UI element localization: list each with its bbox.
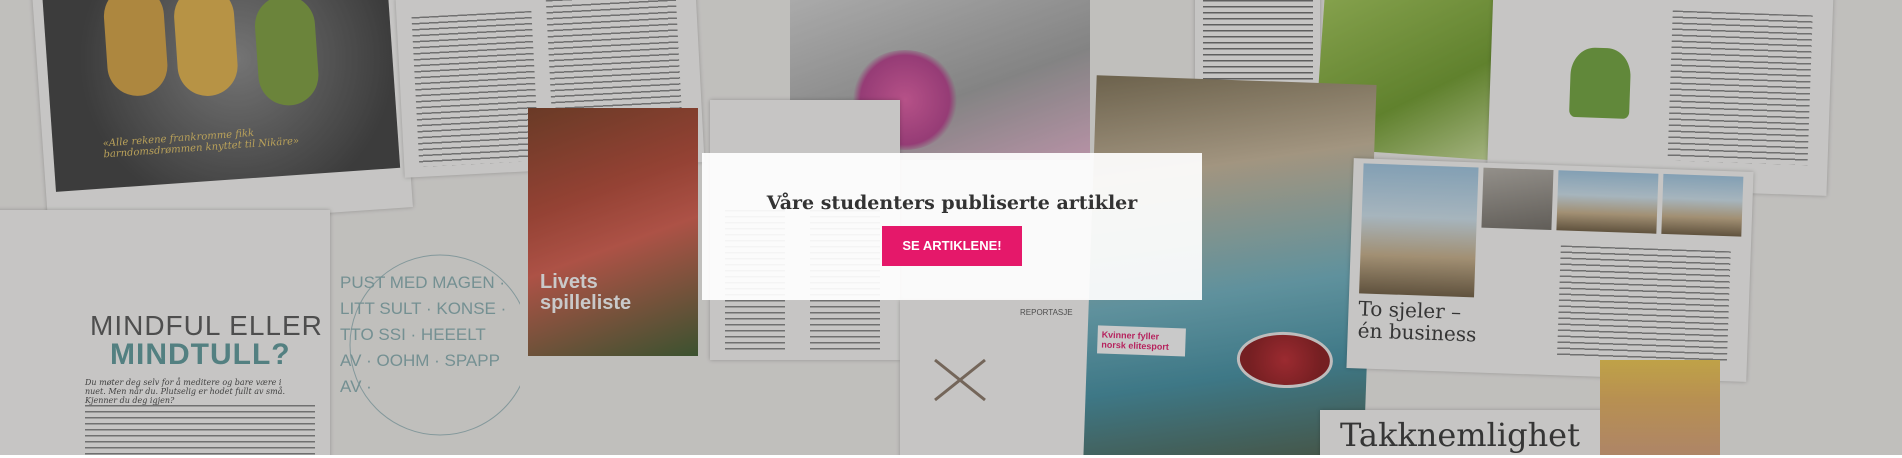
magazine-page-circle: PUST MED MAGEN · LITT SULT · KONSE · TTO… [330, 230, 520, 455]
hero-banner: «Alle rekene frankromme fikk barndomsdrø… [0, 0, 1902, 455]
bottom-heading: Takknemlighet [1340, 416, 1580, 454]
see-articles-button[interactable]: SE ARTIKLENE! [882, 225, 1022, 266]
sjeler-photo-1 [1359, 163, 1479, 298]
kvinner-badge: Kvinner fyller norsk elitesport [1097, 325, 1186, 357]
sjeler-title-line2: én business [1357, 318, 1477, 347]
pastry-item [252, 0, 321, 108]
sjeler-photo-2 [1481, 167, 1554, 231]
reportage-label: REPORTASJE [1020, 308, 1073, 317]
cta-panel: Våre studenters publiserte artikler SE A… [702, 153, 1202, 300]
mindful-heading-line2: MINDTULL? [110, 338, 291, 371]
green-plant-graphic [1569, 46, 1632, 119]
livets-title: Livets [540, 271, 598, 293]
sjeler-photo-4 [1661, 173, 1744, 237]
pastry-item [172, 0, 240, 98]
livets-title-line2: spilleliste [540, 292, 632, 314]
magazine-page-reportage: REPORTASJE [900, 300, 1095, 455]
circle-words: PUST MED MAGEN · LITT SULT · KONSE · TTO… [340, 273, 507, 396]
magazine-page-sjeler: To sjeler – én business [1346, 158, 1754, 382]
sjeler-photo-3 [1556, 170, 1659, 234]
magazine-page-pastry: «Alle rekene frankromme fikk barndomsdrø… [32, 0, 413, 233]
cta-title: Våre studenters publiserte artikler [766, 191, 1138, 214]
strawberry-bowl [1235, 330, 1334, 390]
sketch-icon [934, 358, 986, 402]
mindful-subtitle: Du møter deg selv for å meditere og bare… [85, 378, 286, 405]
magazine-illustration-woman [1600, 360, 1720, 455]
pastry-item [101, 0, 170, 98]
magazine-photo-livets: Livets spilleliste [528, 108, 698, 356]
magazine-page-mindful: MINDFUL ELLER MINDTULL? Du møter deg sel… [0, 210, 330, 455]
